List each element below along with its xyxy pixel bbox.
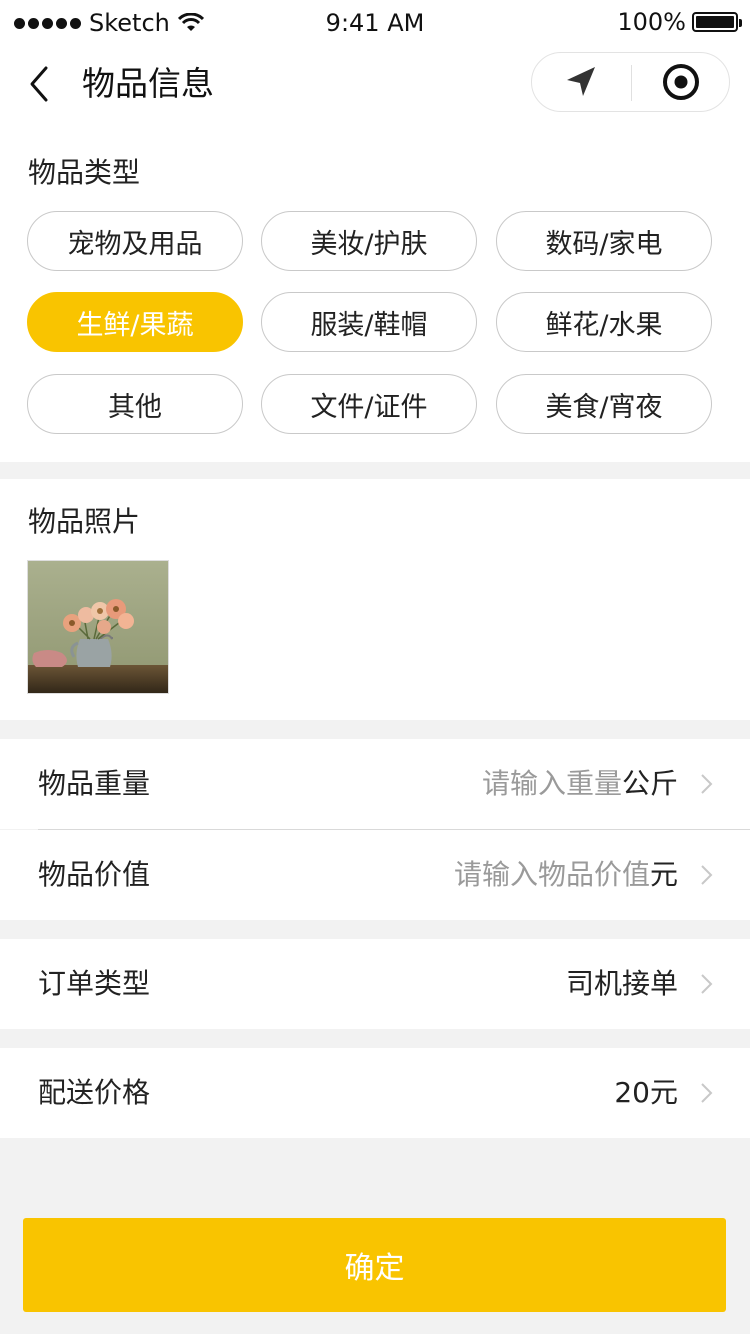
battery-icon — [692, 12, 742, 32]
delivery-price-label: 配送价格 — [38, 1076, 151, 1109]
value-placeholder: 请输入物品价值 — [453, 858, 650, 891]
category-chip[interactable]: 宠物及用品 — [27, 211, 243, 271]
chevron-right-icon — [701, 865, 713, 885]
category-chip[interactable]: 美妆/护肤 — [261, 211, 477, 271]
weight-placeholder: 请输入重量 — [481, 767, 622, 800]
value-unit: 元 — [649, 858, 678, 891]
category-chip[interactable]: 文件/证件 — [261, 374, 477, 434]
confirm-button[interactable]: 确定 — [23, 1218, 726, 1312]
category-chip[interactable]: 服装/鞋帽 — [261, 292, 477, 352]
back-chevron-icon — [30, 66, 48, 102]
chevron-right-icon — [701, 974, 713, 994]
order-type-value: 司机接单 — [565, 967, 678, 1000]
category-chip[interactable]: 美食/宵夜 — [496, 374, 712, 434]
battery-percent: 100% — [617, 8, 686, 36]
record-circle-icon — [663, 64, 699, 100]
weight-unit: 公斤 — [621, 767, 678, 800]
location-arrow-icon — [567, 67, 595, 96]
order-type-row[interactable]: 订单类型 司机接单 — [0, 939, 750, 1029]
weight-row[interactable]: 物品重量 请输入重量公斤 — [0, 739, 750, 829]
value-row[interactable]: 物品价值 请输入物品价值元 — [0, 830, 750, 920]
delivery-price-value: 20元 — [614, 1076, 678, 1109]
nav-bar: 物品信息 — [0, 44, 750, 124]
status-bar: Sketch 9:41 AM 100% — [0, 0, 750, 44]
category-chip[interactable]: 鲜花/水果 — [496, 292, 712, 352]
location-button[interactable] — [532, 53, 630, 111]
flower-vase-image — [28, 561, 168, 693]
weight-label: 物品重量 — [38, 767, 151, 800]
chevron-right-icon — [701, 774, 713, 794]
chevron-right-icon — [701, 1083, 713, 1103]
page-title: 物品信息 — [82, 64, 214, 103]
status-right: 100% — [617, 8, 742, 36]
category-chip[interactable]: 数码/家电 — [496, 211, 712, 271]
weight-input[interactable]: 请输入重量公斤 — [482, 739, 678, 829]
order-type-label: 订单类型 — [38, 967, 151, 1000]
close-button[interactable] — [632, 53, 730, 111]
delivery-price-row[interactable]: 配送价格 20元 — [0, 1048, 750, 1138]
back-button[interactable] — [22, 62, 62, 106]
mini-program-capsule — [531, 52, 730, 112]
category-title: 物品类型 — [28, 156, 141, 189]
photo-title: 物品照片 — [28, 505, 141, 538]
category-chip[interactable]: 其他 — [27, 374, 243, 434]
category-chip-selected[interactable]: 生鲜/果蔬 — [27, 292, 243, 352]
battery-level — [696, 16, 734, 28]
value-input[interactable]: 请输入物品价值元 — [454, 830, 678, 920]
item-photo[interactable] — [27, 560, 169, 694]
value-label: 物品价值 — [38, 858, 151, 891]
